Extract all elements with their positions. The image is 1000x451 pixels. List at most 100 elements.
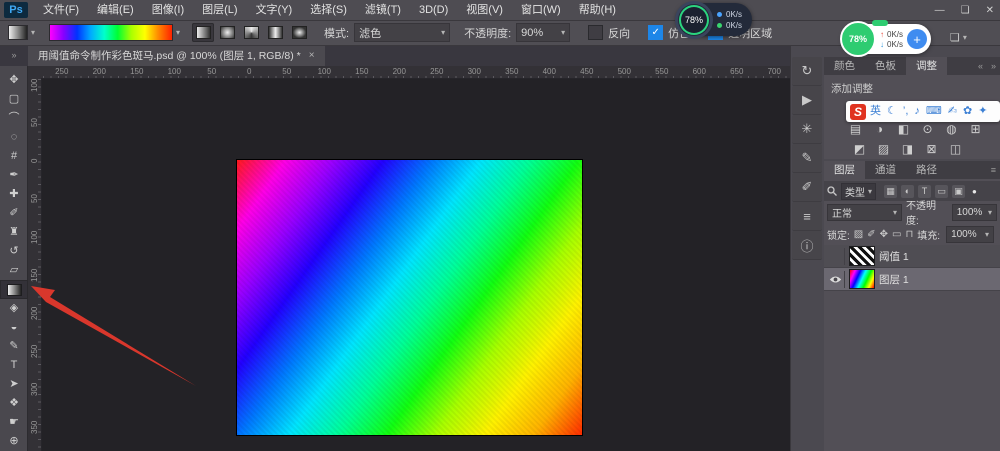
crop-tool[interactable]: #: [0, 147, 28, 166]
menu-edit[interactable]: 编辑(E): [88, 0, 143, 20]
channel-mixer-adjustment-icon[interactable]: ⊞: [968, 122, 983, 136]
notes-panel-icon[interactable]: ✎: [792, 144, 822, 173]
mic-icon[interactable]: ♪: [914, 106, 920, 117]
lock-transparency-icon[interactable]: ▨: [854, 229, 863, 240]
path-selection-tool[interactable]: ➤: [0, 375, 28, 394]
gradient-tool[interactable]: [0, 280, 28, 299]
blend-mode-dropdown[interactable]: 正常 ▾: [827, 204, 902, 221]
close-button[interactable]: ✕: [986, 5, 994, 16]
layer-thumbnail[interactable]: [850, 270, 874, 288]
menu-window[interactable]: 窗口(W): [512, 0, 570, 20]
opacity-dropdown[interactable]: 90% ▾: [516, 23, 570, 42]
color-balance-adjustment-icon[interactable]: ◧: [896, 122, 911, 136]
layer-opacity-dropdown[interactable]: 100% ▾: [952, 204, 997, 221]
lock-move-icon[interactable]: ✥: [880, 229, 888, 240]
brush-tool[interactable]: ✐: [0, 204, 28, 223]
add-button[interactable]: +: [907, 29, 927, 49]
punctuation-icon[interactable]: ’,: [903, 106, 909, 117]
pen-tool[interactable]: ✎: [0, 337, 28, 356]
gradient-map-adjustment-icon[interactable]: ⊠: [924, 142, 939, 156]
dither-checkbox[interactable]: ✓: [648, 25, 663, 40]
tab-adjustments[interactable]: 调整: [906, 57, 947, 75]
vibrance-adjustment-icon[interactable]: ▤: [848, 122, 863, 136]
lasso-tool[interactable]: ⌒: [0, 109, 28, 128]
lock-artboard-icon[interactable]: ▭: [892, 229, 901, 240]
mode-dropdown[interactable]: 滤色 ▾: [354, 23, 450, 42]
black-white-adjustment-icon[interactable]: ⊙: [920, 122, 935, 136]
filter-toggle-icon[interactable]: ●: [972, 187, 977, 196]
menu-filter[interactable]: 滤镜(T): [356, 0, 410, 20]
tab-color[interactable]: 颜色: [824, 57, 865, 75]
menu-image[interactable]: 图像(I): [143, 0, 193, 20]
selective-color-adjustment-icon[interactable]: ◫: [948, 142, 963, 156]
canvas-image[interactable]: [237, 160, 582, 435]
handwriting-icon[interactable]: ✍: [948, 106, 957, 117]
lock-paint-icon[interactable]: ✐: [867, 229, 875, 240]
move-tool[interactable]: ✥: [0, 71, 28, 90]
hand-tool[interactable]: ☛: [0, 413, 28, 432]
info-panel-icon[interactable]: ⓘ: [792, 231, 822, 260]
tab-swatches[interactable]: 色板: [865, 57, 906, 75]
layer-visibility-toggle[interactable]: [826, 271, 845, 288]
dock-collapse-right-icon[interactable]: »: [987, 61, 1000, 71]
menu-3d[interactable]: 3D(D): [410, 0, 457, 20]
restore-button[interactable]: ❏: [961, 5, 970, 16]
sogou-logo[interactable]: S: [850, 104, 866, 120]
tool-preset-picker[interactable]: ▾: [8, 25, 35, 40]
skin-icon[interactable]: ✿: [963, 106, 972, 117]
threshold-adjustment-icon[interactable]: ◨: [900, 142, 915, 156]
chevron-down-icon[interactable]: ▾: [176, 28, 180, 37]
panel-menu-icon[interactable]: ≡: [987, 165, 1000, 175]
document-tab[interactable]: 用阈值命令制作彩色斑马.psd @ 100% (图层 1, RGB/8) * ×: [28, 45, 325, 66]
tab-close-icon[interactable]: ×: [309, 50, 315, 61]
tool-presets-panel-icon[interactable]: ≡: [792, 202, 822, 231]
reverse-checkbox[interactable]: [588, 25, 603, 40]
diamond-gradient-button[interactable]: [288, 23, 310, 42]
photo-filter-adjustment-icon[interactable]: ◍: [944, 122, 959, 136]
filter-pixel-layers-icon[interactable]: ▦: [884, 185, 897, 198]
invert-adjustment-icon[interactable]: ◩: [852, 142, 867, 156]
layer-visibility-toggle[interactable]: [826, 248, 845, 265]
tab-paths[interactable]: 路径: [906, 161, 947, 179]
eyedropper-tool[interactable]: ✒: [0, 166, 28, 185]
dock-collapse-left-icon[interactable]: «: [974, 61, 987, 71]
spot-healing-brush-tool[interactable]: ✚: [0, 185, 28, 204]
brush-presets-panel-icon[interactable]: ✐: [792, 173, 822, 202]
filter-type-layers-icon[interactable]: T: [918, 185, 931, 198]
fill-dropdown[interactable]: 100% ▾: [946, 226, 994, 243]
layer-thumbnail[interactable]: [850, 247, 874, 265]
posterize-adjustment-icon[interactable]: ▨: [876, 142, 891, 156]
history-panel-icon[interactable]: ↻: [792, 57, 822, 86]
radial-gradient-button[interactable]: [216, 23, 238, 42]
zoom-tool[interactable]: ⊕: [0, 432, 28, 451]
workspace-switcher[interactable]: ❏ ▾: [950, 31, 967, 44]
layer-filter-dropdown[interactable]: 类型 ▾: [841, 183, 876, 200]
marquee-tool[interactable]: ▢: [0, 90, 28, 109]
english-mode-icon[interactable]: 英: [870, 106, 881, 117]
toolbar-collapse-icon[interactable]: »: [0, 45, 28, 66]
net-speed-widget-green[interactable]: 78% ↑0K/s ↓0K/s +: [842, 24, 931, 54]
net-speed-widget-dark[interactable]: 78% 0K/s 0K/s: [676, 3, 752, 36]
history-brush-tool[interactable]: ↺: [0, 242, 28, 261]
dodge-tool[interactable]: ◒: [0, 318, 28, 337]
gradient-preview[interactable]: [49, 24, 173, 41]
eraser-tool[interactable]: ▱: [0, 261, 28, 280]
minimize-button[interactable]: —: [935, 5, 945, 16]
blur-tool[interactable]: ◈: [0, 299, 28, 318]
angle-gradient-button[interactable]: [240, 23, 262, 42]
toolbox-icon[interactable]: ✦: [978, 106, 987, 117]
filter-shape-layers-icon[interactable]: ▭: [935, 185, 948, 198]
lock-all-icon[interactable]: ⊓: [905, 229, 913, 240]
reflected-gradient-button[interactable]: [264, 23, 286, 42]
type-tool[interactable]: T: [0, 356, 28, 375]
menu-file[interactable]: 文件(F): [34, 0, 88, 20]
menu-select[interactable]: 选择(S): [301, 0, 356, 20]
tab-layers[interactable]: 图层: [824, 161, 865, 179]
keyboard-icon[interactable]: ⌨: [926, 106, 942, 117]
custom-shape-tool[interactable]: ❖: [0, 394, 28, 413]
menu-view[interactable]: 视图(V): [457, 0, 512, 20]
clone-stamp-tool[interactable]: ♜: [0, 223, 28, 242]
filter-adjustment-layers-icon[interactable]: ◐: [901, 185, 914, 198]
sogou-input-toolbar[interactable]: S 英☾’,♪⌨✍✿✦: [846, 101, 1000, 122]
hue-saturation-adjustment-icon[interactable]: ◑: [872, 122, 887, 136]
